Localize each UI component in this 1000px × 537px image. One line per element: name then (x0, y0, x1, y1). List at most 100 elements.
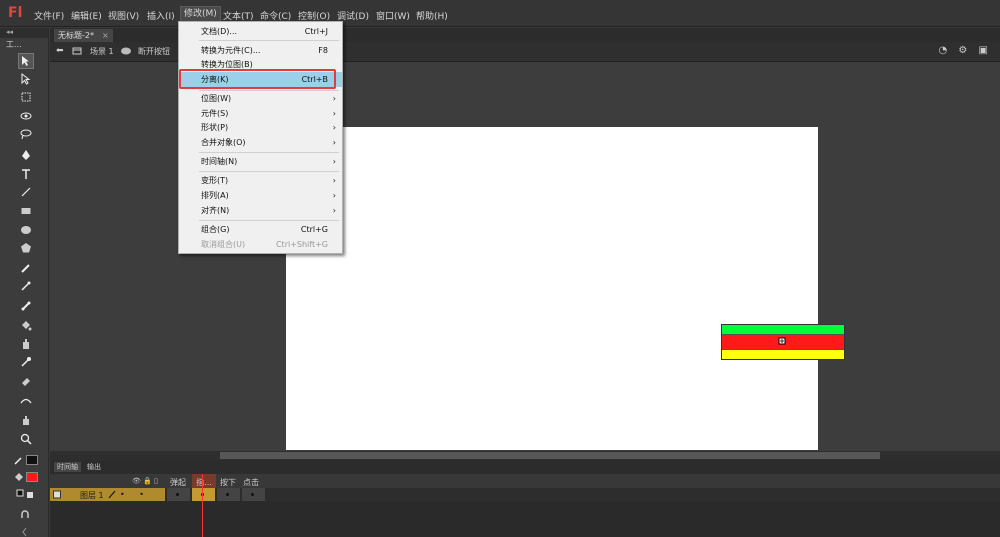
polystar-tool[interactable] (18, 240, 34, 256)
menu-edit[interactable]: 编辑(E) (71, 9, 102, 22)
text-tool[interactable] (18, 166, 34, 182)
button-symbol-icon (120, 46, 132, 59)
modify-menu-dropdown: 文档(D)... Ctrl+J 转换为元件(C)... F8 转换为位图(B) 分离… (178, 21, 343, 254)
selection-tool[interactable] (18, 53, 34, 69)
menu-separator (199, 152, 339, 153)
tools-panel-header[interactable]: ◂◂ (0, 28, 48, 38)
menu-item-timeline[interactable]: 时间轴(N) › (179, 154, 342, 169)
tools-panel-title: 工... (6, 40, 22, 49)
symbol-breadcrumb[interactable]: 断开按钮 (138, 46, 170, 57)
frame-cell[interactable] (217, 488, 241, 501)
rectangle-tool[interactable] (18, 203, 34, 219)
pencil-tool[interactable] (18, 260, 34, 276)
document-tab[interactable]: 无标题-2* × (54, 29, 113, 42)
menu-separator (199, 40, 339, 41)
layer-row[interactable]: 图层 1 • • • (50, 488, 1000, 508)
outline-icon[interactable]: ▯ (154, 477, 158, 485)
hand-tool[interactable] (18, 412, 34, 428)
tab-timeline[interactable]: 时间轴 (54, 462, 81, 472)
3d-rotation-tool[interactable] (18, 108, 34, 124)
document-tab-title: 无标题-2* (58, 31, 94, 40)
menu-item-align[interactable]: 对齐(N) › (179, 203, 342, 218)
stage-canvas[interactable] (286, 127, 845, 450)
stroke-color-icon[interactable] (14, 455, 24, 465)
layer-label-cell[interactable]: 图层 1 • • • (50, 488, 165, 508)
eraser-tool[interactable] (18, 373, 34, 389)
oval-tool[interactable] (18, 222, 34, 238)
width-tool[interactable] (18, 392, 34, 408)
layer-name[interactable]: 图层 1 (80, 490, 104, 501)
frame-label-down[interactable]: 按下 (220, 477, 236, 488)
chevron-right-icon: › (332, 138, 336, 147)
brush-icon (21, 281, 31, 291)
menu-item-shape[interactable]: 形状(P) › (179, 120, 342, 135)
fill-color-swatch[interactable] (26, 472, 38, 482)
zoom-tool[interactable] (18, 431, 34, 447)
timeline-header: 👁 🔒 ▯ 弹起 指... 按下 点击 (50, 474, 1000, 488)
playhead[interactable] (202, 474, 203, 537)
menu-modify[interactable]: 修改(M) (180, 6, 221, 22)
menu-insert[interactable]: 插入(I) (147, 9, 175, 22)
swap-colors-icon[interactable] (16, 489, 36, 499)
ink-bottle-tool[interactable] (18, 336, 34, 352)
back-arrow-icon[interactable]: ⬅ (56, 46, 64, 56)
line-tool[interactable] (18, 184, 34, 200)
eye-icon[interactable]: 👁 (132, 477, 141, 485)
stroke-color-swatch[interactable] (26, 455, 38, 465)
frame-cell[interactable] (242, 488, 266, 501)
line-icon (21, 187, 31, 197)
menu-bar: Fl 文件(F) 编辑(E) 视图(V) 插入(I) 修改(M) 文本(T) 命… (0, 0, 1000, 27)
app-logo: Fl (8, 5, 23, 21)
menu-window[interactable]: 窗口(W) (376, 9, 410, 22)
menu-item-arrange[interactable]: 排列(A) › (179, 188, 342, 203)
tab-output[interactable]: 输出 (84, 462, 104, 472)
lock-icon[interactable]: 🔒 (143, 477, 152, 485)
transform-icon (21, 92, 31, 102)
frame-label-hit[interactable]: 点击 (243, 477, 259, 488)
menu-file[interactable]: 文件(F) (34, 9, 64, 22)
bone-icon (21, 301, 31, 311)
chevron-right-icon: › (332, 157, 336, 166)
collapse-icon[interactable]: ◂◂ (6, 28, 13, 36)
frame-label-over[interactable]: 指... (192, 474, 216, 488)
scene-breadcrumb[interactable]: 场景 1 (90, 46, 114, 57)
paint-bucket-tool[interactable] (18, 318, 34, 334)
pen-tool[interactable] (18, 147, 34, 163)
button-graphic[interactable] (721, 324, 845, 360)
bone-tool[interactable] (18, 298, 34, 314)
chevron-right-icon: › (332, 191, 336, 200)
smooth-icon[interactable] (20, 527, 30, 537)
close-icon[interactable]: × (102, 31, 109, 40)
timeline-tabs: 时间轴 输出 (50, 460, 1000, 474)
brush-tool[interactable] (18, 278, 34, 294)
menu-item-transform[interactable]: 变形(T) › (179, 173, 342, 188)
menu-view[interactable]: 视图(V) (108, 9, 139, 22)
subselection-tool[interactable] (18, 71, 34, 87)
menu-item-document[interactable]: 文档(D)... Ctrl+J (179, 24, 342, 39)
yellow-bar[interactable] (722, 350, 844, 359)
frame-label-up[interactable]: 弹起 (170, 477, 186, 488)
menu-item-convert-to-symbol[interactable]: 转换为元件(C)... F8 (179, 43, 342, 58)
frame-cell[interactable] (192, 488, 216, 501)
menu-item-group[interactable]: 组合(G) Ctrl+G (179, 222, 342, 237)
edit-bar-right-icons[interactable]: ◔ ⚙ ▣ (939, 45, 993, 56)
rotate-3d-icon (20, 112, 32, 120)
snap-icon[interactable] (20, 510, 30, 520)
scrollbar-thumb[interactable] (220, 452, 880, 459)
menu-item-bitmap[interactable]: 位图(W) › (179, 91, 342, 106)
menu-item-symbol[interactable]: 元件(S) › (179, 106, 342, 121)
menu-help[interactable]: 帮助(H) (416, 9, 448, 22)
lasso-tool[interactable] (18, 126, 34, 142)
red-bar[interactable] (722, 335, 844, 350)
highlight-annotation-box (179, 69, 336, 89)
horizontal-scrollbar[interactable] (50, 451, 1000, 460)
eyedropper-tool[interactable] (18, 354, 34, 370)
polygon-icon (21, 243, 31, 253)
free-transform-tool[interactable] (18, 89, 34, 105)
menu-item-ungroup: 取消组合(U) Ctrl+Shift+G (201, 240, 328, 249)
fill-color-icon[interactable] (14, 472, 24, 482)
green-bar[interactable] (722, 325, 844, 335)
frame-cell[interactable] (167, 488, 191, 501)
menu-item-combine-objects[interactable]: 合并对象(O) › (179, 135, 342, 150)
pencil-edit-icon (108, 490, 116, 499)
